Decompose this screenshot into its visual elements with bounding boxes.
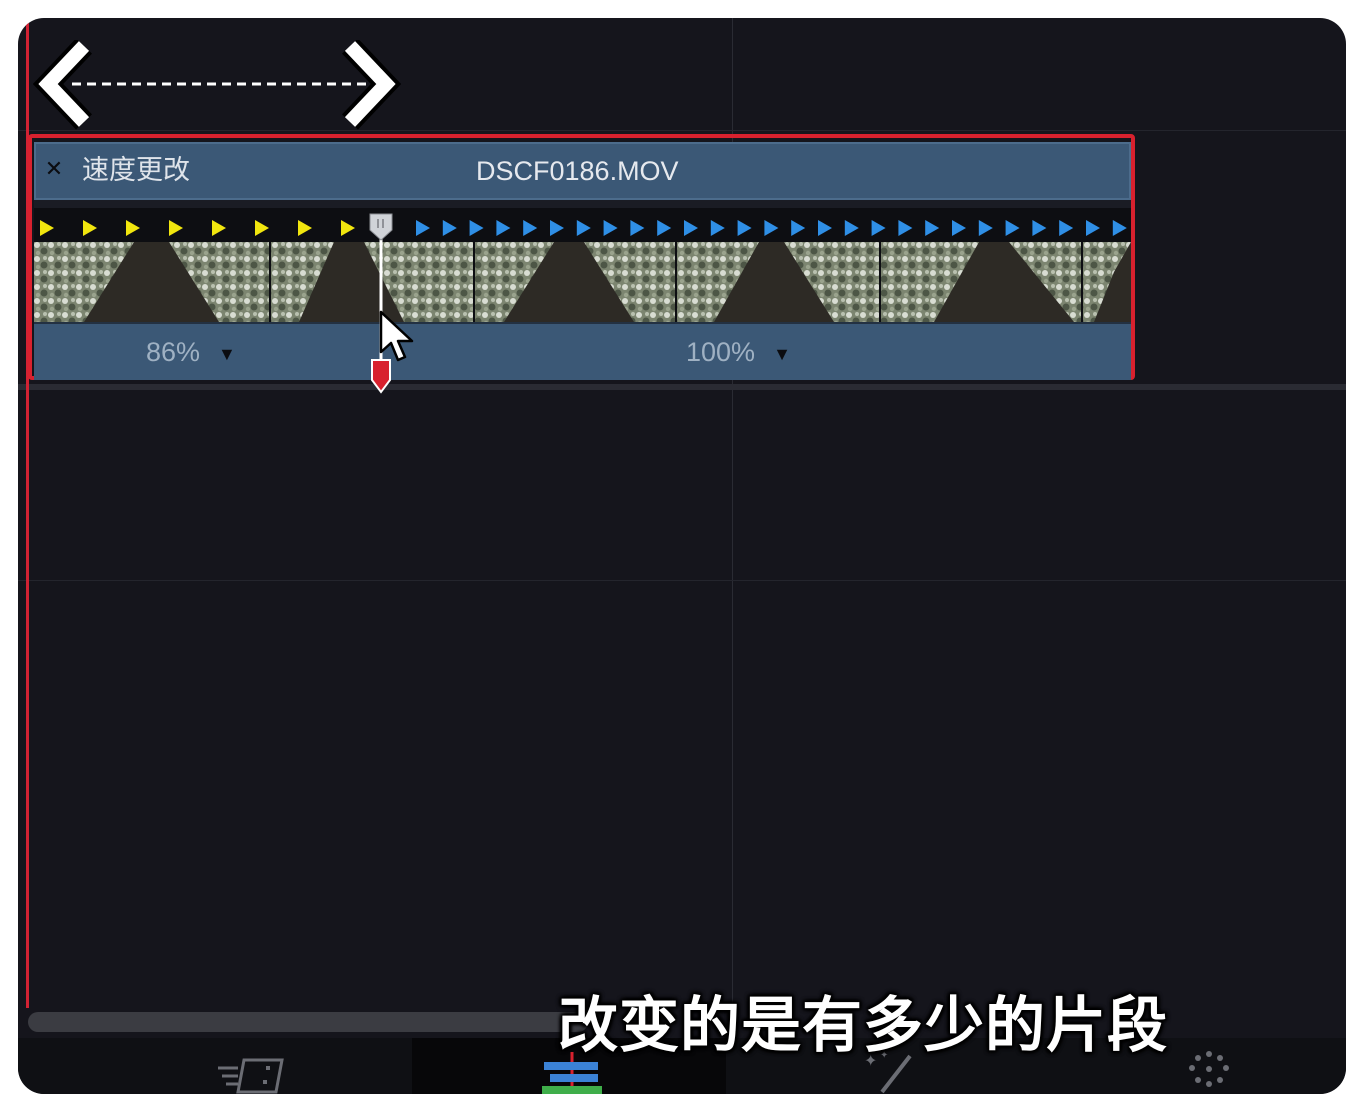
grid-line xyxy=(18,130,1346,131)
speed-marker xyxy=(710,220,725,236)
speed-marker xyxy=(630,220,645,236)
speed-row: 86% ▼ 100% ▼ xyxy=(34,322,1131,380)
segment-speed-value: 100% xyxy=(686,337,756,367)
speed-marker xyxy=(126,220,140,236)
speed-marker xyxy=(603,220,618,236)
mouse-cursor-icon xyxy=(379,310,414,362)
speed-marker xyxy=(898,220,913,236)
speed-marker xyxy=(255,220,269,236)
speed-marker xyxy=(791,220,806,236)
timeline-clip[interactable]: ✕ 速度更改 DSCF0186.MOV 86% ▼ 100% ▼ xyxy=(34,142,1131,380)
video-subtitle: 改变的是有多少的片段 xyxy=(558,991,1168,1061)
clip-header: ✕ 速度更改 DSCF0186.MOV xyxy=(34,142,1131,200)
speed-marker xyxy=(952,220,966,236)
speed-tab-icon xyxy=(218,1058,284,1094)
drag-arrows-icon xyxy=(32,40,402,130)
speed-marker xyxy=(978,220,993,236)
color-tab-icon xyxy=(1189,1051,1229,1087)
speed-marker xyxy=(550,220,564,236)
speed-marker xyxy=(737,220,752,236)
speed-marker xyxy=(818,220,832,236)
speed-marker xyxy=(1086,220,1100,236)
segment-speed-value: 86% xyxy=(146,337,201,367)
speed-marker xyxy=(83,220,97,236)
timeline-window: ✕ 速度更改 DSCF0186.MOV 86% ▼ 100% ▼ ✦ ✦ 改变的… xyxy=(18,18,1346,1094)
grid-line xyxy=(18,580,1346,581)
speed-marker xyxy=(496,220,511,236)
speed-marker xyxy=(523,220,538,236)
tab-speed[interactable] xyxy=(138,1038,398,1094)
speed-marker xyxy=(1005,220,1020,236)
speed-marker xyxy=(1112,220,1127,236)
clip-filename: DSCF0186.MOV xyxy=(476,156,679,186)
speed-marker xyxy=(576,220,591,236)
speed-marker xyxy=(469,220,484,236)
speed-marker xyxy=(684,220,698,236)
speed-marker xyxy=(212,220,226,236)
segment-speed-dropdown[interactable]: 100% ▼ xyxy=(686,334,791,372)
speed-marker xyxy=(1032,220,1047,236)
retime-handle-icon[interactable] xyxy=(366,210,396,400)
close-icon[interactable]: ✕ xyxy=(42,158,66,182)
chevron-down-icon: ▼ xyxy=(773,343,791,364)
speed-marker xyxy=(416,220,430,236)
speed-marker xyxy=(1059,220,1074,236)
speed-marker xyxy=(298,220,312,236)
chevron-down-icon: ▼ xyxy=(218,343,236,364)
segment-speed-dropdown[interactable]: 86% ▼ xyxy=(146,334,236,372)
horizontal-scrollbar[interactable] xyxy=(28,1012,588,1032)
speed-marker xyxy=(871,220,886,236)
speed-marker xyxy=(657,220,672,236)
speed-marker xyxy=(169,220,183,236)
speed-marker xyxy=(925,220,940,236)
speed-marker xyxy=(341,220,355,236)
speed-marker xyxy=(764,220,779,236)
speed-marker xyxy=(40,220,54,236)
speed-change-label: 速度更改 xyxy=(82,155,190,186)
track-separator xyxy=(18,384,1346,390)
speed-marker xyxy=(442,220,457,236)
clip-thumbnails xyxy=(34,242,1131,322)
speed-marker xyxy=(844,220,859,236)
